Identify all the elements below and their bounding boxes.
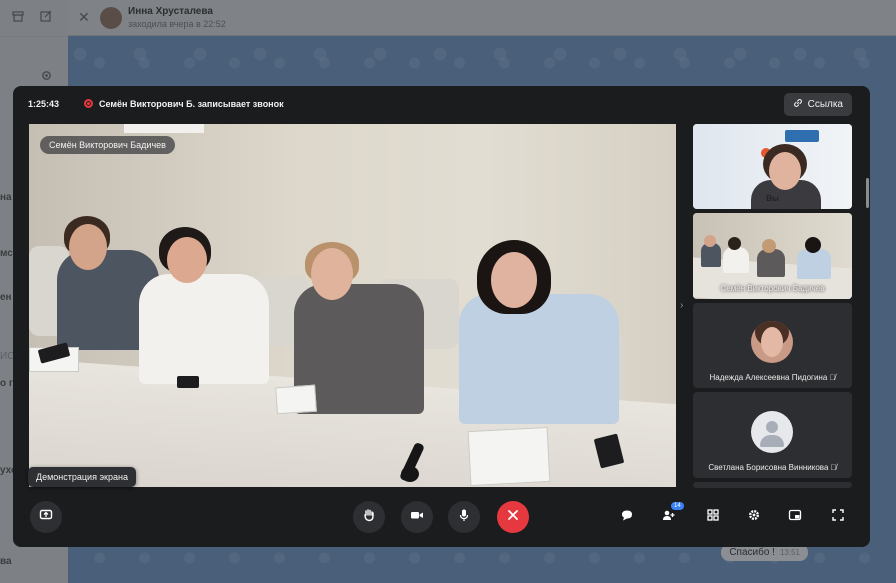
- avatar[interactable]: [100, 7, 122, 29]
- camera-button[interactable]: [401, 501, 433, 533]
- chevron-right-icon[interactable]: ›: [680, 300, 683, 311]
- end-call-icon: [506, 508, 520, 527]
- end-call-button[interactable]: [497, 501, 529, 533]
- avatar: [751, 411, 793, 453]
- screen-share-tooltip: Демонстрация экрана: [28, 467, 136, 487]
- participant-tile[interactable]: Семён Викторович Бадичев: [693, 213, 852, 299]
- participants-icon: [662, 508, 676, 527]
- participant-tile[interactable]: Надежда Алексеевна Пидогина 🎙̸: [693, 303, 852, 388]
- scrollbar[interactable]: [866, 178, 869, 208]
- screen-share-button[interactable]: [30, 501, 62, 533]
- avatar: [751, 321, 793, 363]
- sidebar-fragment: ен: [0, 292, 12, 303]
- pip-button[interactable]: [785, 507, 805, 527]
- record-icon: [84, 99, 93, 108]
- link-icon: [793, 98, 803, 111]
- raise-hand-icon: [362, 508, 376, 527]
- call-topbar: 1:25:43 Семён Викторович Б. записывает з…: [13, 86, 870, 122]
- tile-label: Вы: [766, 194, 779, 203]
- archive-icon[interactable]: [12, 10, 24, 25]
- speaker-name-tag: Семён Викторович Бадичев: [40, 136, 175, 154]
- sidebar-fragment: на: [0, 192, 12, 203]
- compose-icon[interactable]: [40, 10, 52, 25]
- link-label: Ссылка: [807, 99, 843, 110]
- chat-icon: [620, 508, 634, 527]
- main-video[interactable]: Семён Викторович Бадичев: [29, 124, 676, 487]
- settings-icon: [747, 508, 761, 527]
- sidebar-fragment: ва: [0, 556, 12, 567]
- recording-status: Семён Викторович Б. записывает звонок: [99, 99, 284, 109]
- raise-hand-button[interactable]: [353, 501, 385, 533]
- fullscreen-icon: [831, 508, 845, 527]
- close-icon[interactable]: ✕: [78, 9, 90, 26]
- tile-label: Семён Викторович Бадичев: [720, 284, 825, 293]
- call-window: 1:25:43 Семён Викторович Б. записывает з…: [13, 86, 870, 547]
- message-time: 13:51: [779, 548, 800, 557]
- fullscreen-button[interactable]: [828, 507, 848, 527]
- participants-count-badge: 14: [671, 502, 684, 510]
- sidebar-fragment: о г: [0, 378, 14, 389]
- message-text: Спасибо !: [729, 547, 775, 558]
- muted-mic-icon: 🎙̸: [830, 463, 837, 472]
- tile-label: Светлана Борисовна Винникова 🎙̸: [693, 463, 852, 472]
- tile-label-text: Надежда Алексеевна Пидогина: [709, 373, 828, 382]
- screen-share-icon: [39, 508, 53, 527]
- camera-icon: [410, 508, 424, 527]
- participants-button[interactable]: 14: [659, 502, 684, 527]
- microphone-icon: [457, 508, 471, 527]
- call-timer: 1:25:43: [28, 99, 60, 109]
- link-button[interactable]: Ссылка: [783, 93, 852, 116]
- tile-label: Надежда Алексеевна Пидогина 🎙̸: [693, 373, 852, 382]
- settings-button[interactable]: [744, 507, 764, 527]
- participant-tile[interactable]: Светлана Борисовна Винникова 🎙̸: [693, 392, 852, 478]
- participant-tile[interactable]: [693, 482, 852, 488]
- contact-name: Инна Хрусталева: [128, 6, 213, 17]
- grid-view-button[interactable]: [703, 507, 723, 527]
- participant-tile-self[interactable]: Вы: [693, 124, 852, 209]
- chat-header: ✕ Инна Хрусталева заходила вчера в 22:52: [68, 0, 896, 36]
- chat-button[interactable]: [617, 507, 637, 527]
- contact-status: заходила вчера в 22:52: [128, 19, 226, 29]
- gear-icon[interactable]: [41, 70, 52, 84]
- tile-label-text: Светлана Борисовна Винникова: [708, 463, 829, 472]
- sidebar-fragment: мс: [0, 248, 13, 259]
- grid-icon: [706, 508, 720, 527]
- microphone-button[interactable]: [448, 501, 480, 533]
- pip-icon: [788, 508, 802, 527]
- muted-mic-icon: 🎙̸: [829, 373, 836, 382]
